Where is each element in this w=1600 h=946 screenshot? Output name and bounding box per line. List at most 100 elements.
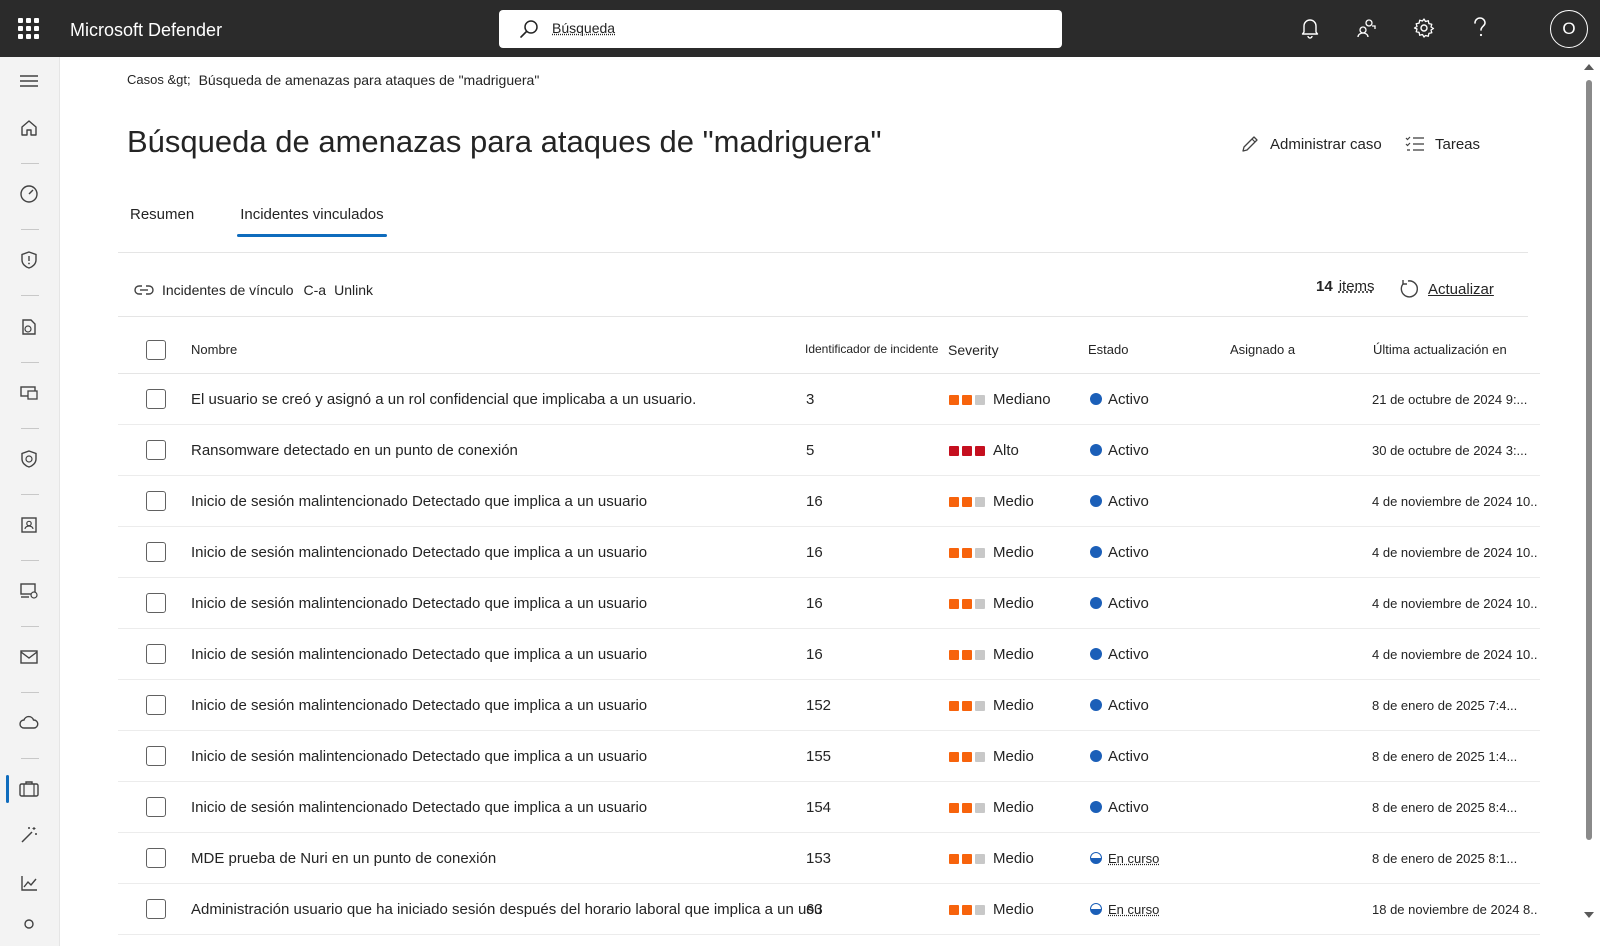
column-header-assigned[interactable]: Asignado a — [1230, 342, 1295, 357]
scroll-down-arrow[interactable] — [1584, 912, 1594, 918]
id-card-icon[interactable] — [16, 512, 42, 538]
incident-name[interactable]: MDE prueba de Nuri en un punto de conexi… — [191, 850, 821, 867]
table-row[interactable]: Administración usuario que ha iniciado s… — [118, 884, 1540, 935]
incident-id: 16 — [806, 646, 823, 663]
column-header-status[interactable]: Estado — [1088, 342, 1128, 357]
table-row[interactable]: Inicio de sesión malintencionado Detecta… — [118, 731, 1540, 782]
table-row[interactable]: Inicio de sesión malintencionado Detecta… — [118, 476, 1540, 527]
severity-label: Medio — [993, 595, 1034, 612]
app-title[interactable]: Microsoft Defender — [70, 20, 222, 41]
search-box[interactable]: Búsqueda — [499, 10, 1062, 48]
shield-lock-icon[interactable] — [16, 446, 42, 472]
vertical-scrollbar[interactable] — [1582, 60, 1596, 946]
home-icon[interactable] — [16, 115, 42, 141]
table-row[interactable]: MDE prueba de Nuri en un punto de conexi… — [118, 833, 1540, 884]
tab-summary[interactable]: Resumen — [130, 200, 194, 237]
row-checkbox[interactable] — [146, 491, 166, 511]
incident-id: 152 — [806, 697, 832, 714]
incident-id: 154 — [806, 799, 832, 816]
tasks-button[interactable]: Tareas — [1405, 134, 1480, 154]
devices-icon[interactable] — [16, 380, 42, 406]
row-checkbox[interactable] — [146, 644, 166, 664]
bell-icon[interactable] — [1296, 14, 1324, 42]
briefcase-icon[interactable] — [16, 776, 42, 802]
row-checkbox[interactable] — [146, 593, 166, 613]
gear-icon[interactable] — [1410, 14, 1438, 42]
select-all-checkbox[interactable] — [146, 340, 166, 360]
severity-label: Medio — [993, 493, 1034, 510]
column-header-name[interactable]: Nombre — [191, 342, 237, 357]
status-label: Activo — [1108, 442, 1149, 459]
assets-icon[interactable] — [16, 314, 42, 340]
severity-square — [975, 394, 985, 405]
status-cell: Activo — [1090, 493, 1149, 510]
community-icon[interactable] — [1353, 14, 1381, 42]
chart-icon[interactable] — [16, 870, 42, 896]
breadcrumb-root[interactable]: Casos &gt; — [127, 72, 191, 88]
shield-icon[interactable] — [16, 247, 42, 273]
tab-linked-incidents[interactable]: Incidentes vinculados — [237, 200, 388, 237]
table-row[interactable]: Ransomware detectado en un punto de cone… — [118, 425, 1540, 476]
incident-name[interactable]: Inicio de sesión malintencionado Detecta… — [191, 697, 821, 714]
severity-square — [975, 547, 985, 558]
incident-name[interactable]: Inicio de sesión malintencionado Detecta… — [191, 595, 821, 612]
column-header-updated[interactable]: Última actualización en — [1373, 342, 1507, 357]
person-icon[interactable] — [16, 914, 42, 940]
severity-square — [975, 445, 985, 456]
incident-name[interactable]: Ransomware detectado en un punto de cone… — [191, 442, 821, 459]
table-row[interactable]: Inicio de sesión malintencionado Detecta… — [118, 782, 1540, 833]
severity-square — [949, 445, 959, 456]
last-updated: 30 de octubre de 2024 3:... — [1372, 443, 1528, 458]
severity-label: Medio — [993, 799, 1034, 816]
severity-square — [975, 700, 985, 711]
status-cell: Activo — [1090, 544, 1149, 561]
scrollbar-thumb[interactable] — [1586, 80, 1592, 840]
app-launcher-icon[interactable] — [18, 18, 39, 39]
incident-name[interactable]: Inicio de sesión malintencionado Detecta… — [191, 799, 821, 816]
row-checkbox[interactable] — [146, 542, 166, 562]
table-row[interactable]: Inicio de sesión malintencionado Detecta… — [118, 578, 1540, 629]
severity-square — [962, 853, 972, 864]
help-icon[interactable] — [1466, 14, 1494, 42]
endpoint-icon[interactable] — [16, 578, 42, 604]
mail-icon[interactable] — [16, 644, 42, 670]
row-checkbox[interactable] — [146, 440, 166, 460]
refresh-button[interactable]: Actualizar — [1398, 278, 1494, 300]
incident-name[interactable]: Inicio de sesión malintencionado Detecta… — [191, 646, 821, 663]
severity-square — [962, 751, 972, 762]
hamburger-icon[interactable] — [16, 68, 42, 94]
severity-square — [975, 904, 985, 915]
incident-name[interactable]: El usuario se creó y asignó a un rol con… — [191, 391, 821, 408]
status-cell: Activo — [1090, 799, 1149, 816]
cloud-icon[interactable] — [16, 710, 42, 736]
row-checkbox[interactable] — [146, 746, 166, 766]
severity-square — [949, 904, 959, 915]
row-checkbox[interactable] — [146, 848, 166, 868]
incident-name[interactable]: Inicio de sesión malintencionado Detecta… — [191, 748, 821, 765]
scroll-up-arrow[interactable] — [1584, 64, 1594, 70]
last-updated: 8 de enero de 2025 8:1... — [1372, 851, 1518, 866]
status-cell: En curso — [1090, 850, 1159, 867]
table-row[interactable]: Inicio de sesión malintencionado Detecta… — [118, 629, 1540, 680]
incident-name[interactable]: Administración usuario que ha iniciado s… — [191, 901, 821, 918]
link-incidents-button[interactable]: Incidentes de vínculo — [162, 282, 294, 298]
items-count-number: 14 — [1316, 278, 1333, 295]
table-row[interactable]: Inicio de sesión malintencionado Detecta… — [118, 527, 1540, 578]
incident-name[interactable]: Inicio de sesión malintencionado Detecta… — [191, 493, 821, 510]
unlink-button[interactable]: Unlink — [334, 282, 373, 298]
gauge-icon[interactable] — [16, 181, 42, 207]
row-checkbox[interactable] — [146, 797, 166, 817]
table-row[interactable]: Inicio de sesión malintencionado Detecta… — [118, 680, 1540, 731]
row-checkbox[interactable] — [146, 899, 166, 919]
incident-name[interactable]: Inicio de sesión malintencionado Detecta… — [191, 544, 821, 561]
search-input[interactable]: Búsqueda — [552, 20, 615, 36]
row-checkbox[interactable] — [146, 695, 166, 715]
column-header-severity[interactable]: Severity — [948, 342, 999, 358]
row-checkbox[interactable] — [146, 389, 166, 409]
avatar[interactable]: O — [1550, 10, 1588, 48]
wand-icon[interactable] — [16, 822, 42, 848]
severity-square — [949, 496, 959, 507]
table-row[interactable]: El usuario se creó y asignó a un rol con… — [118, 374, 1540, 425]
manage-case-button[interactable]: Administrar caso — [1240, 134, 1382, 154]
column-header-incident-id[interactable]: Identificador de incidente — [805, 342, 938, 356]
